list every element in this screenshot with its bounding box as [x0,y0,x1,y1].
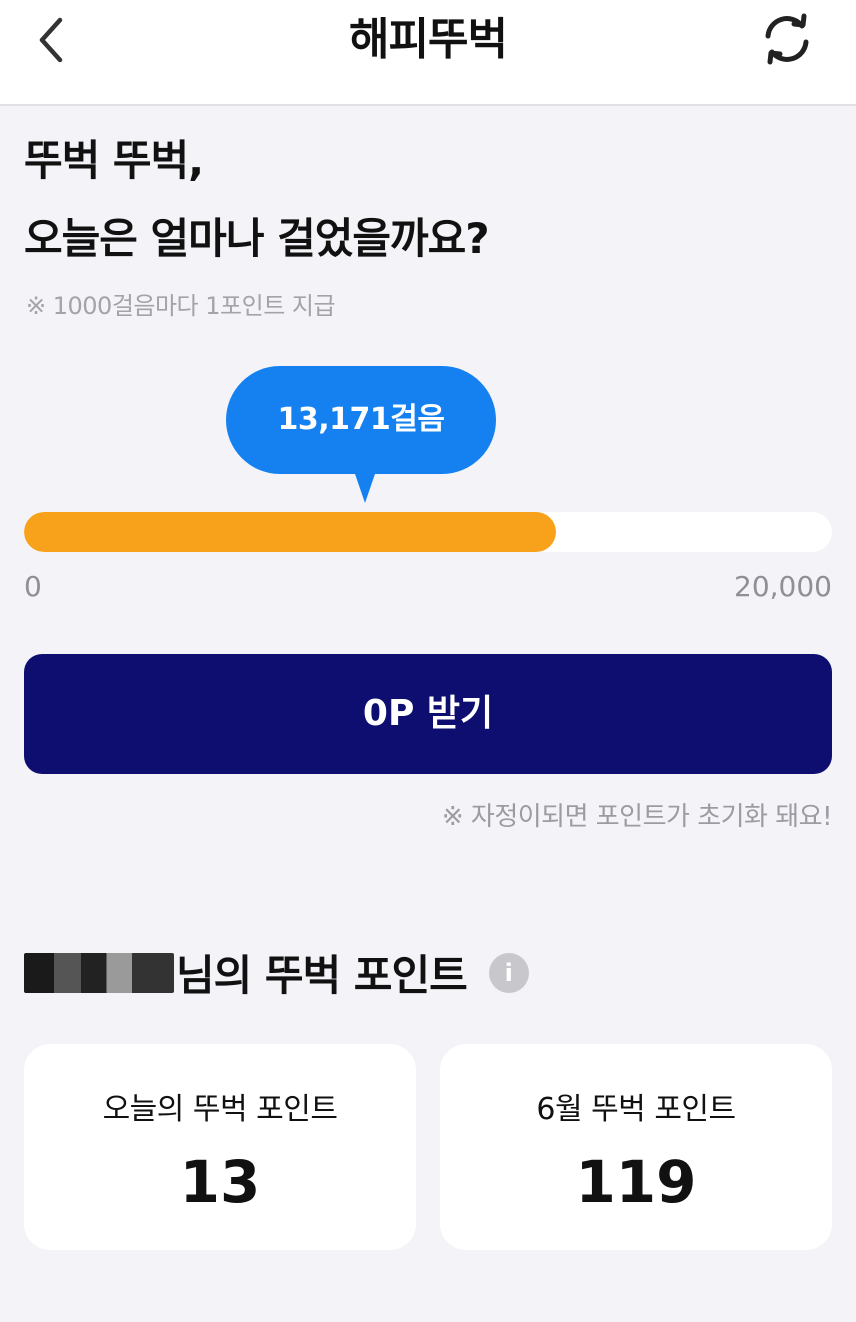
headline-line-1: 뚜벅 뚜벅, [24,136,204,185]
month-points-value: 119 [575,1148,697,1216]
refresh-button[interactable] [756,8,818,70]
month-points-label: 6월 뚜벅 포인트 [536,1092,736,1127]
step-progress-bar [24,512,832,552]
today-points-value: 13 [179,1148,261,1216]
progress-max-label: 20,000 [734,570,832,603]
page-title: 해피뚜벅 [349,14,508,65]
month-points-card: 6월 뚜벅 포인트 119 [440,1044,832,1250]
reset-note: ※ 자정이되면 포인트가 초기화 돼요! [441,802,833,832]
headline-line-2: 오늘은 얼마나 걸었을까요? [24,214,490,263]
progress-min-label: 0 [24,570,42,603]
bubble-tail [354,471,376,503]
masked-username [24,952,174,993]
app-header: 해피뚜벅 [0,0,856,106]
points-section-title: 님의 뚜벅 포인트 [176,951,468,1000]
today-points-label: 오늘의 뚜벅 포인트 [102,1092,338,1127]
step-progress-fill [24,512,557,552]
refresh-icon [765,13,809,65]
points-section-header: 님의 뚜벅 포인트 i [24,942,529,1006]
step-count-bubble: 13,171걸음 [226,366,496,474]
today-points-card: 오늘의 뚜벅 포인트 13 [24,1044,416,1250]
claim-points-button[interactable]: 0P 받기 [24,654,832,774]
point-rule-note: ※ 1000걸음마다 1포인트 지급 [26,292,336,320]
info-icon[interactable]: i [488,952,529,993]
headline: 뚜벅 뚜벅, 오늘은 얼마나 걸었을까요? [24,122,824,278]
